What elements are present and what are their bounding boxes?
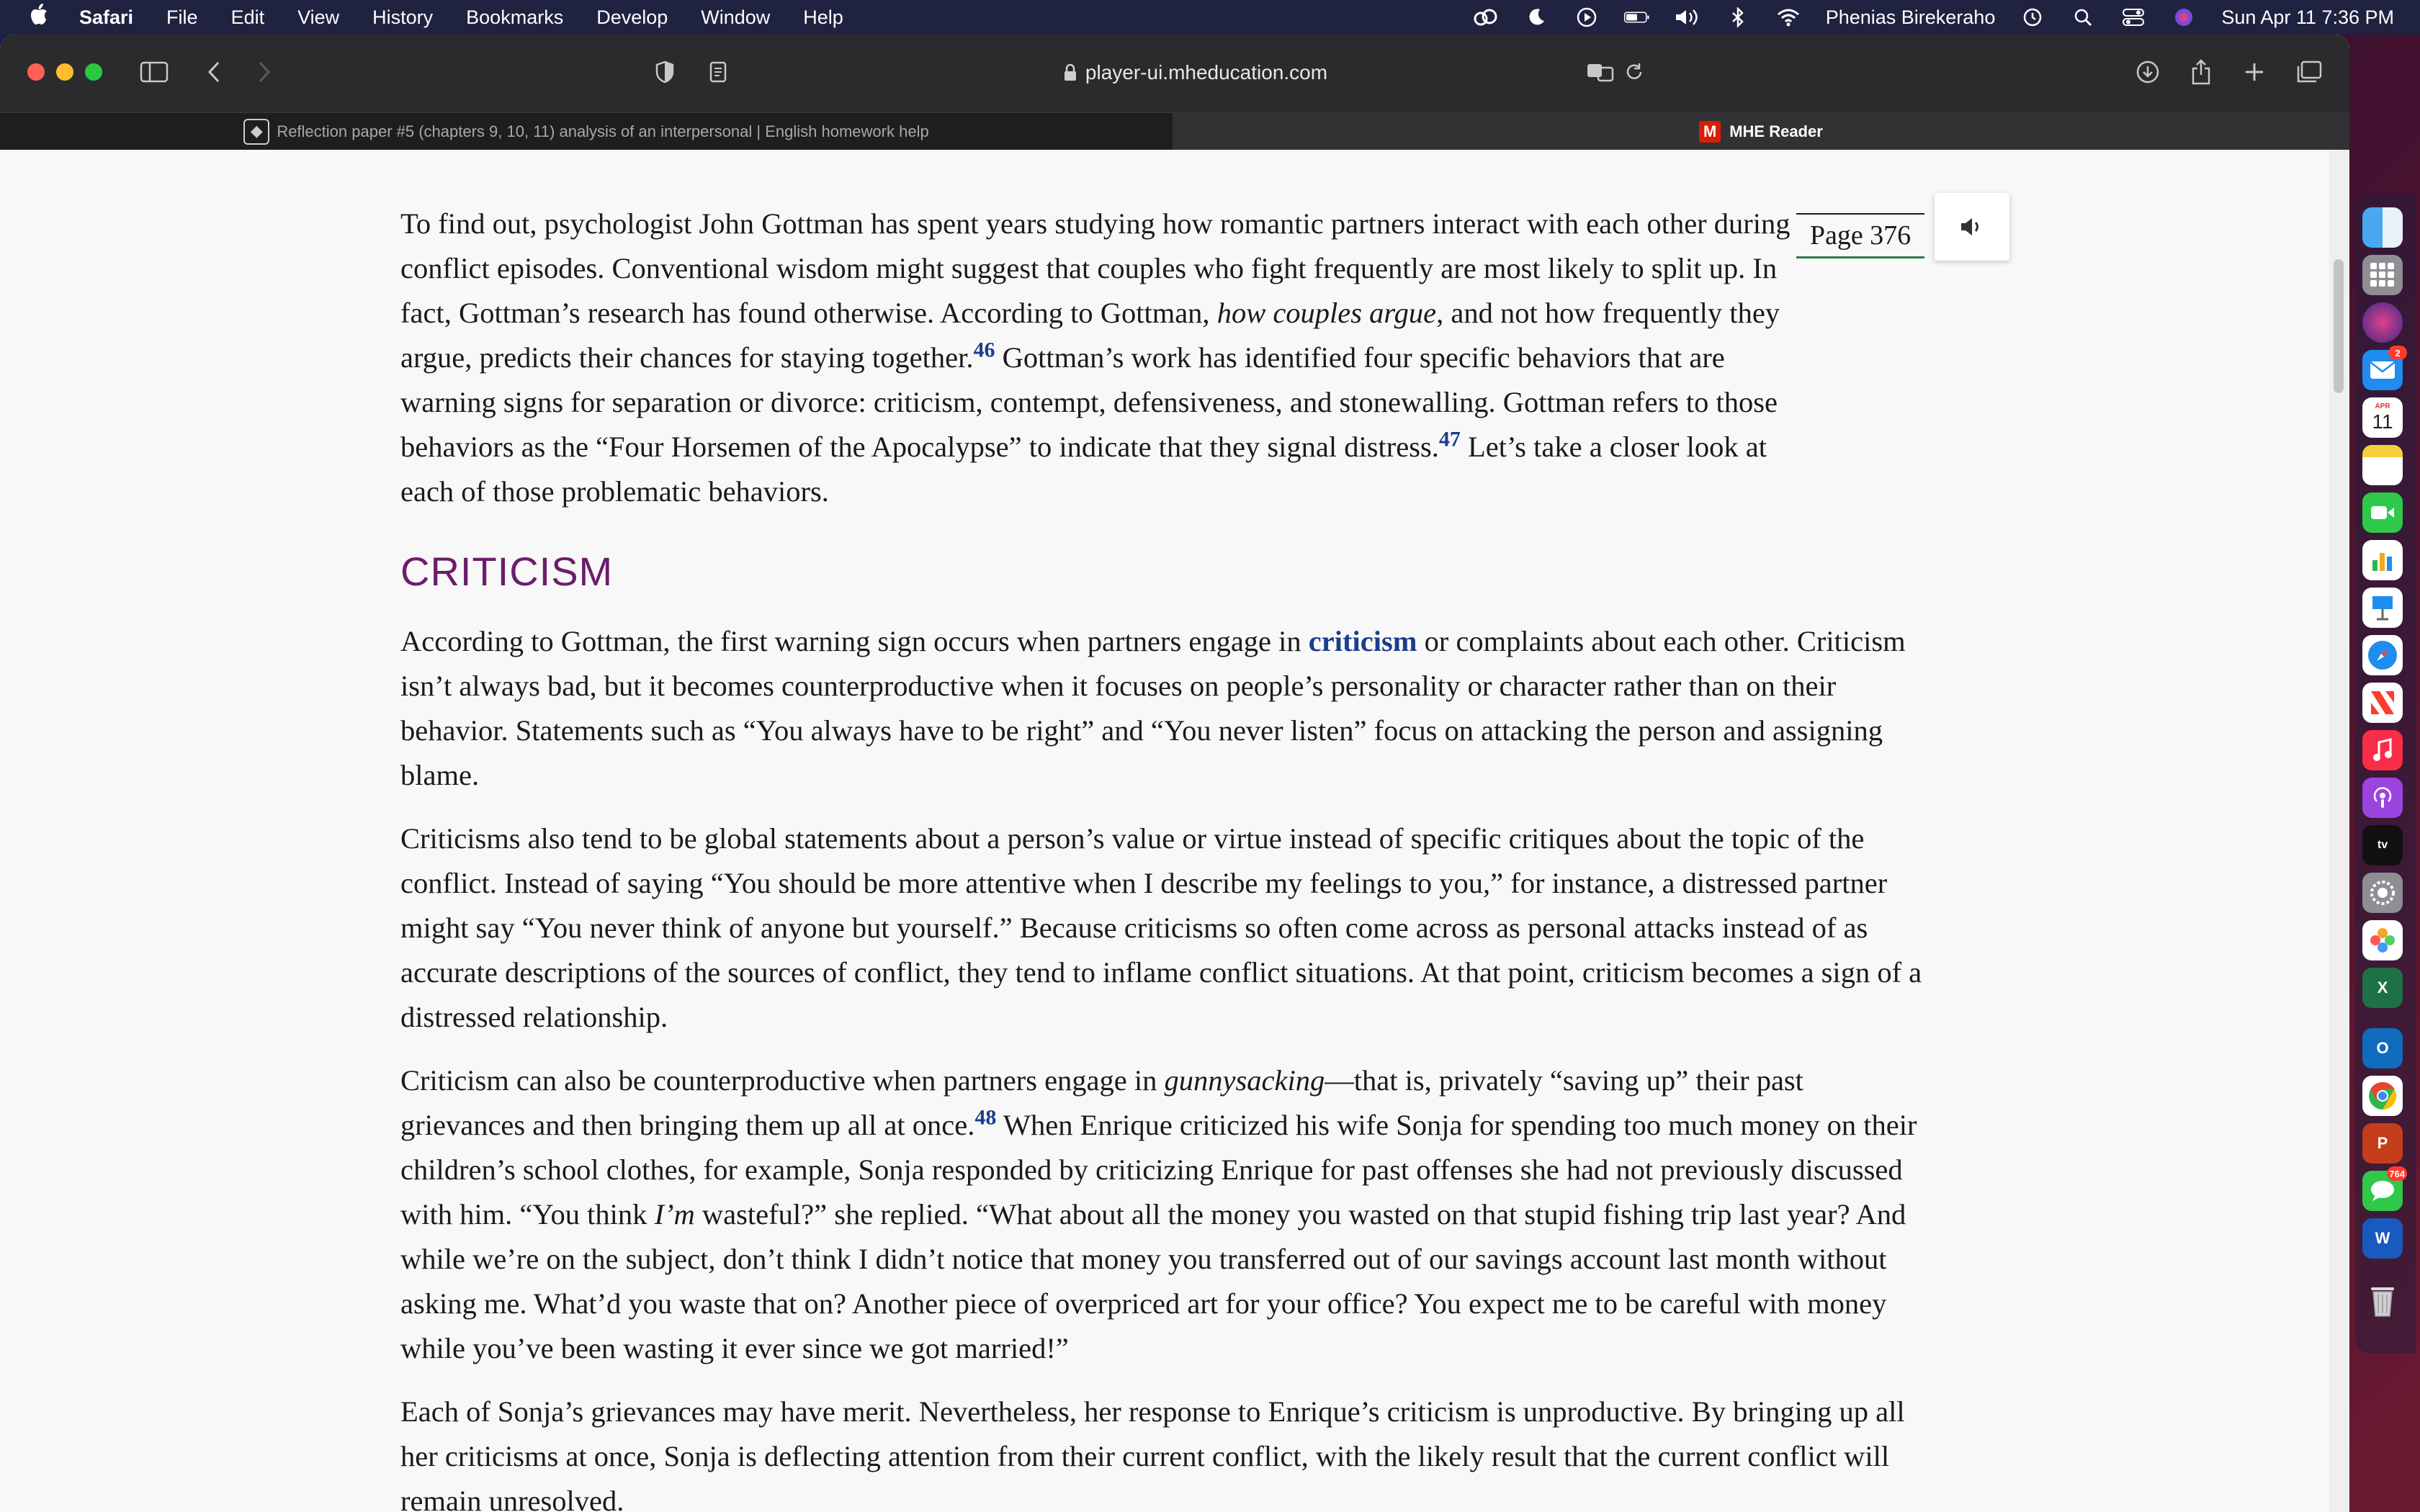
menu-edit[interactable]: Edit: [231, 6, 265, 29]
word-icon[interactable]: W: [2362, 1218, 2403, 1259]
bluetooth-icon[interactable]: [1725, 7, 1751, 27]
menu-app-name[interactable]: Safari: [79, 6, 133, 29]
music-icon[interactable]: [2362, 730, 2403, 770]
reader-mode-icon[interactable]: [707, 58, 729, 86]
paragraph-gottman-intro: To find out, psychologist John Gottman h…: [400, 207, 1791, 508]
facetime-icon[interactable]: [2362, 492, 2403, 533]
chrome-icon[interactable]: [2362, 1076, 2403, 1116]
address-bar[interactable]: player-ui.mheducation.com: [1037, 56, 1354, 89]
volume-icon[interactable]: [1675, 7, 1700, 27]
menu-bar: Safari File Edit View History Bookmarks …: [0, 0, 2420, 35]
calendar-icon[interactable]: APR 11: [2362, 397, 2403, 438]
read-aloud-button[interactable]: [1935, 193, 2009, 261]
reader-content: Page 376 To find out, psychologist John …: [0, 150, 2349, 1512]
podcasts-icon[interactable]: [2362, 778, 2403, 818]
lock-icon: [1064, 64, 1076, 81]
paragraph-global-statements: Criticisms also tend to be global statem…: [400, 822, 1922, 1033]
spotlight-search-icon[interactable]: [2070, 7, 2096, 27]
launchpad-icon[interactable]: [2362, 255, 2403, 295]
moon-icon[interactable]: [1523, 7, 1549, 27]
paragraph-gunnysacking: Criticism can also be counterproductive …: [400, 1064, 1917, 1364]
tab-reflection-paper[interactable]: ◆ Reflection paper #5 (chapters 9, 10, 1…: [0, 113, 1173, 150]
downloads-icon[interactable]: [2133, 58, 2162, 86]
menu-develop[interactable]: Develop: [596, 6, 668, 29]
menu-bookmarks[interactable]: Bookmarks: [466, 6, 563, 29]
keynote-icon[interactable]: [2362, 588, 2403, 628]
time-machine-icon[interactable]: [2020, 7, 2045, 27]
emphasis-gunnysacking: gunnysacking: [1164, 1064, 1325, 1097]
glossary-term-criticism[interactable]: criticism: [1309, 625, 1417, 657]
menu-clock[interactable]: Sun Apr 11 7:36 PM: [2221, 6, 2394, 29]
paragraph-criticism-definition: According to Gottman, the first warning …: [400, 625, 1906, 791]
safari-window: player-ui.mheducation.com ◆ Reflection p…: [0, 35, 2349, 1512]
footnote-ref-47[interactable]: 47: [1439, 428, 1461, 451]
news-icon[interactable]: [2362, 683, 2403, 723]
play-icon[interactable]: [1574, 7, 1600, 27]
mail-icon[interactable]: 2: [2362, 346, 2407, 390]
system-preferences-icon[interactable]: [2362, 873, 2403, 913]
trash-icon[interactable]: [2362, 1282, 2403, 1322]
numbers-icon[interactable]: [2362, 540, 2403, 580]
url-text: player-ui.mheducation.com: [1085, 61, 1328, 84]
forward-button-icon[interactable]: [254, 58, 275, 86]
tv-icon[interactable]: tv: [2362, 825, 2403, 865]
browser-toolbar: player-ui.mheducation.com: [0, 35, 2349, 112]
sidebar-toggle-icon[interactable]: [138, 58, 170, 86]
scrollbar-thumb[interactable]: [2334, 259, 2344, 393]
tab-mhe-reader[interactable]: M MHE Reader: [1173, 113, 2349, 150]
mail-badge: 2: [2388, 346, 2407, 360]
emphasis-how-couples-argue: how couples argue: [1216, 297, 1437, 329]
messages-icon[interactable]: 764: [2362, 1166, 2407, 1211]
article-body: To find out, psychologist John Gottman h…: [400, 202, 1927, 1512]
finder-icon[interactable]: [2362, 207, 2403, 248]
menu-window[interactable]: Window: [701, 6, 770, 29]
outlook-icon[interactable]: O: [2362, 1028, 2403, 1068]
minimize-window-button[interactable]: [56, 63, 73, 81]
reload-icon[interactable]: [1623, 58, 1645, 86]
excel-icon[interactable]: X: [2362, 968, 2403, 1008]
apple-menu-icon[interactable]: [0, 4, 79, 31]
site-favicon-icon: ◆: [243, 119, 270, 145]
tab-bar: ◆ Reflection paper #5 (chapters 9, 10, 1…: [0, 112, 2349, 150]
zoom-window-button[interactable]: [85, 63, 102, 81]
share-icon[interactable]: [2187, 58, 2215, 86]
dock: 2 APR 11 tv X O P 764 W: [2355, 194, 2416, 1354]
siri-icon[interactable]: [2171, 7, 2197, 27]
paragraph-sonja-grievances: Each of Sonja’s grievances may have meri…: [400, 1395, 1905, 1512]
footnote-ref-46[interactable]: 46: [973, 338, 995, 362]
speaker-icon: [1961, 218, 1978, 235]
tab-title: Reflection paper #5 (chapters 9, 10, 11)…: [277, 122, 929, 140]
control-center-icon[interactable]: [2120, 7, 2146, 27]
photos-icon[interactable]: [2362, 920, 2403, 960]
translate-icon[interactable]: [1586, 58, 1615, 86]
messages-badge: 764: [2387, 1166, 2407, 1181]
menu-user-name[interactable]: Phenias Birekeraho: [1826, 6, 1996, 29]
mhe-logo-icon: M: [1699, 121, 1721, 143]
creative-cloud-icon[interactable]: [1473, 7, 1499, 27]
notes-icon[interactable]: [2362, 445, 2403, 485]
section-heading-criticism: CRITICISM: [400, 549, 614, 594]
menu-help[interactable]: Help: [803, 6, 843, 29]
footnote-ref-48[interactable]: 48: [974, 1106, 996, 1130]
tab-title: MHE Reader: [1729, 122, 1823, 140]
close-window-button[interactable]: [27, 63, 45, 81]
menu-view[interactable]: View: [297, 6, 339, 29]
menu-history[interactable]: History: [372, 6, 433, 29]
siri-dock-icon[interactable]: [2362, 302, 2403, 343]
new-tab-icon[interactable]: [2240, 58, 2269, 86]
tab-overview-icon[interactable]: [2293, 58, 2325, 86]
menu-file[interactable]: File: [166, 6, 198, 29]
wifi-icon[interactable]: [1775, 7, 1801, 27]
powerpoint-icon[interactable]: P: [2362, 1123, 2403, 1164]
safari-dock-icon[interactable]: [2362, 635, 2403, 675]
privacy-shield-icon[interactable]: [653, 58, 677, 86]
battery-icon[interactable]: [1623, 7, 1650, 27]
back-button-icon[interactable]: [203, 58, 225, 86]
